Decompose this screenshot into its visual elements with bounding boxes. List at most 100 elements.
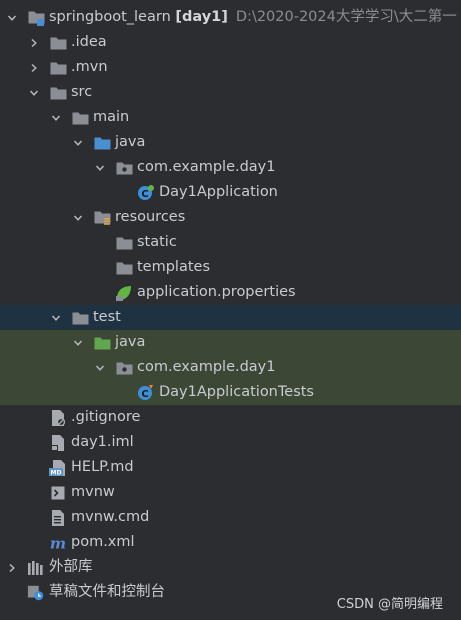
node-name: com.example.day1 — [137, 359, 276, 375]
tree-node-src-folder[interactable]: src — [0, 80, 461, 105]
tree-node-pom-xml-file[interactable]: m pom.xml — [0, 530, 461, 555]
source-folder-icon — [93, 133, 111, 152]
tree-node-label: day1.iml — [71, 430, 134, 455]
tree-node-resources-folder[interactable]: resources — [0, 205, 461, 230]
chevron-down-icon[interactable] — [70, 330, 86, 355]
tree-node-application-properties-file[interactable]: application.properties — [0, 280, 461, 305]
tree-node-label: application.properties — [137, 280, 296, 305]
node-name: mvnw.cmd — [71, 509, 150, 525]
tree-node-label: templates — [137, 255, 210, 280]
tree-node-label: test — [93, 305, 121, 330]
node-name: Day1ApplicationTests — [159, 384, 314, 400]
tree-node-static-folder[interactable]: static — [0, 230, 461, 255]
svg-text:C: C — [141, 189, 148, 200]
tree-node-label: main — [93, 105, 129, 130]
tree-node-label: .mvn — [71, 55, 108, 80]
tree-node-label: com.example.day1 — [137, 355, 276, 380]
node-name: resources — [115, 209, 186, 225]
chevron-down-icon[interactable] — [4, 5, 20, 30]
folder-icon — [49, 83, 67, 102]
project-tree: springboot_learn [day1] D:\2020-2024大学学习\… — [0, 5, 461, 605]
tree-node-idea-folder[interactable]: .idea — [0, 30, 461, 55]
tree-node-external-libraries[interactable]: 外部库 — [0, 555, 461, 580]
tree-node-label: pom.xml — [71, 530, 135, 555]
tree-node-mvnw-file[interactable]: mvnw — [0, 480, 461, 505]
chevron-down-icon[interactable] — [70, 130, 86, 155]
tree-node-label: resources — [115, 205, 185, 230]
scratches-icon — [27, 583, 45, 602]
tree-node-label: static — [137, 230, 177, 255]
text-file-icon — [49, 508, 67, 527]
tree-node-label: src — [71, 80, 92, 105]
node-name: templates — [137, 259, 211, 275]
tree-node-test-java-folder[interactable]: java — [0, 330, 461, 355]
tree-node-templates-folder[interactable]: templates — [0, 255, 461, 280]
tree-node-test-package[interactable]: com.example.day1 — [0, 355, 461, 380]
tree-node-label: mvnw.cmd — [71, 505, 149, 530]
tree-node-gitignore-file[interactable]: .gitignore — [0, 405, 461, 430]
tree-node-springboot-learn-module[interactable]: springboot_learn [day1] D:\2020-2024大学学习\… — [0, 5, 461, 30]
node-name: com.example.day1 — [137, 159, 276, 175]
tree-node-label: 外部库 — [49, 555, 93, 580]
folder-icon — [115, 233, 133, 252]
node-name: src — [71, 84, 93, 100]
chevron-down-icon[interactable] — [48, 305, 64, 330]
tree-node-day1application-class[interactable]: C Day1Application — [0, 180, 461, 205]
node-name: HELP.md — [71, 459, 134, 475]
node-name: springboot_learn — [49, 9, 171, 25]
tree-node-main-folder[interactable]: main — [0, 105, 461, 130]
chevron-down-icon[interactable] — [48, 105, 64, 130]
chevron-down-icon[interactable] — [92, 355, 108, 380]
folder-icon — [115, 258, 133, 277]
tree-node-label: mvnw — [71, 480, 115, 505]
node-name: mvnw — [71, 484, 115, 500]
libraries-icon — [27, 558, 45, 577]
folder-icon — [49, 33, 67, 52]
spring-class-icon: C — [137, 183, 155, 202]
tree-node-main-package[interactable]: com.example.day1 — [0, 155, 461, 180]
tree-node-label: 草稿文件和控制台 — [49, 580, 165, 605]
tree-node-help-md-file[interactable]: MD HELP.md — [0, 455, 461, 480]
package-icon — [115, 158, 133, 177]
chevron-down-icon[interactable] — [26, 80, 42, 105]
test-source-folder-icon — [93, 333, 111, 352]
node-name: pom.xml — [71, 534, 135, 550]
package-icon — [115, 358, 133, 377]
node-name: java — [115, 134, 146, 150]
folder-icon — [71, 308, 89, 327]
chevron-down-icon[interactable] — [70, 205, 86, 230]
module-path: D:\2020-2024大学学习\大二第一 — [235, 9, 457, 25]
tree-node-label: Day1ApplicationTests — [159, 380, 314, 405]
tree-node-label: Day1Application — [159, 180, 278, 205]
tree-node-label: .idea — [71, 30, 107, 55]
node-name: .mvn — [71, 59, 108, 75]
svg-text:m: m — [50, 535, 66, 551]
chevron-right-icon[interactable] — [4, 555, 20, 580]
terminal-file-icon — [49, 483, 67, 502]
tree-node-test-folder[interactable]: test — [0, 305, 461, 330]
tree-node-label: .gitignore — [71, 405, 140, 430]
svg-text:C: C — [141, 389, 148, 400]
markdown-file-icon: MD — [49, 458, 67, 477]
node-name: static — [137, 234, 177, 250]
node-name: test — [93, 309, 121, 325]
svg-text:MD: MD — [51, 469, 62, 476]
tree-node-day1applicationtests-class[interactable]: C Day1ApplicationTests — [0, 380, 461, 405]
tree-node-mvnw-cmd-file[interactable]: mvnw.cmd — [0, 505, 461, 530]
node-name: day1.iml — [71, 434, 134, 450]
tree-node-day1-iml-file[interactable]: day1.iml — [0, 430, 461, 455]
tree-node-label: java — [115, 130, 145, 155]
module-folder-icon — [27, 8, 45, 27]
chevron-right-icon[interactable] — [26, 30, 42, 55]
tree-node-label: java — [115, 330, 145, 355]
node-name: .gitignore — [71, 409, 141, 425]
node-name: 草稿文件和控制台 — [49, 584, 165, 600]
tree-node-mvn-folder[interactable]: .mvn — [0, 55, 461, 80]
tree-node-main-java-folder[interactable]: java — [0, 130, 461, 155]
chevron-down-icon[interactable] — [92, 155, 108, 180]
chevron-right-icon[interactable] — [26, 55, 42, 80]
test-class-icon: C — [137, 383, 155, 402]
csdn-watermark: CSDN @简明编程 — [336, 597, 443, 612]
ignore-file-icon — [49, 408, 67, 427]
tree-node-label: HELP.md — [71, 455, 134, 480]
